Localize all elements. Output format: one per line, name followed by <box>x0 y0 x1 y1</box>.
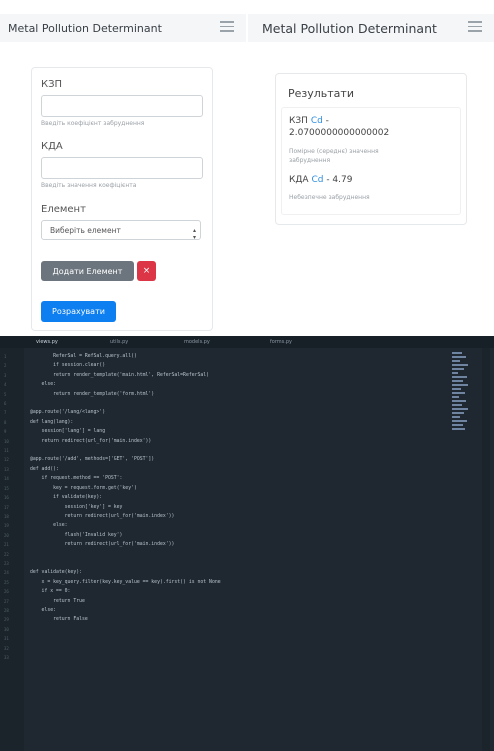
brand-left[interactable]: Metal Pollution Determinant <box>8 22 162 35</box>
top-strip <box>0 0 494 14</box>
editor-tab[interactable]: forms.py <box>270 339 292 345</box>
results-title: Результати <box>288 87 354 100</box>
add-element-button[interactable]: Додати Елемент <box>41 261 134 281</box>
editor-tab[interactable]: models.py <box>184 339 210 345</box>
code-editor: views.py utils.py models.py forms.py 1 2… <box>0 336 494 751</box>
kzp-result-note: Помірне (середнє) значення <box>289 148 379 155</box>
kzp-label: КЗП <box>41 79 63 90</box>
calculate-button[interactable]: Розрахувати <box>41 301 116 322</box>
editor-minimap[interactable] <box>452 352 470 464</box>
kda-result-element: Cd <box>311 175 324 185</box>
editor-scrollbar[interactable] <box>482 348 490 751</box>
brand-right[interactable]: Metal Pollution Determinant <box>262 21 437 36</box>
element-select-value: Виберіть елемент <box>50 225 121 235</box>
kzp-result: КЗП Cd - <box>289 116 329 126</box>
navbar-left: Metal Pollution Determinant <box>0 14 246 42</box>
kzp-hint: Введіть коефіцієнт забруднення <box>41 120 145 127</box>
kda-result-note: Небезпечне забруднення <box>289 194 370 201</box>
element-label: Елемент <box>41 204 86 215</box>
kzp-result-element: Cd <box>310 116 323 126</box>
editor-tab-bar: views.py utils.py models.py forms.py <box>0 336 494 348</box>
kda-label: КДА <box>41 141 63 152</box>
kda-result: КДА Cd - 4.79 <box>289 175 353 185</box>
results-card: Результати КЗП Cd - 2.0700000000000002 П… <box>275 73 467 225</box>
navbar-right: Metal Pollution Determinant <box>248 14 494 42</box>
select-arrows-icon: ▴ ▾ <box>192 227 196 241</box>
kda-input[interactable] <box>41 157 203 179</box>
results-list: КЗП Cd - 2.0700000000000002 Помірне (сер… <box>281 107 461 215</box>
kzp-result-note-2: забруднення <box>289 157 331 164</box>
editor-tab[interactable]: utils.py <box>110 339 128 345</box>
code-text[interactable]: ReferSal = RefSal.query.all() if session… <box>30 352 221 625</box>
kda-hint: Введіть значення коефіцієнта <box>41 182 137 189</box>
line-numbers: 1 2 3 4 5 6 7 8 9 10 11 12 13 14 15 16 1… <box>4 354 9 660</box>
element-select[interactable]: Виберіть елемент ▴ ▾ <box>41 220 201 241</box>
hamburger-menu-icon[interactable] <box>468 21 482 33</box>
editor-tab[interactable]: views.py <box>36 339 58 345</box>
remove-element-button[interactable]: × <box>137 261 156 281</box>
kzp-input[interactable] <box>41 95 203 117</box>
input-form-card: КЗП Введіть коефіцієнт забруднення КДА В… <box>31 67 213 331</box>
hamburger-menu-icon[interactable] <box>220 21 234 33</box>
kzp-result-value: 2.0700000000000002 <box>289 128 390 138</box>
